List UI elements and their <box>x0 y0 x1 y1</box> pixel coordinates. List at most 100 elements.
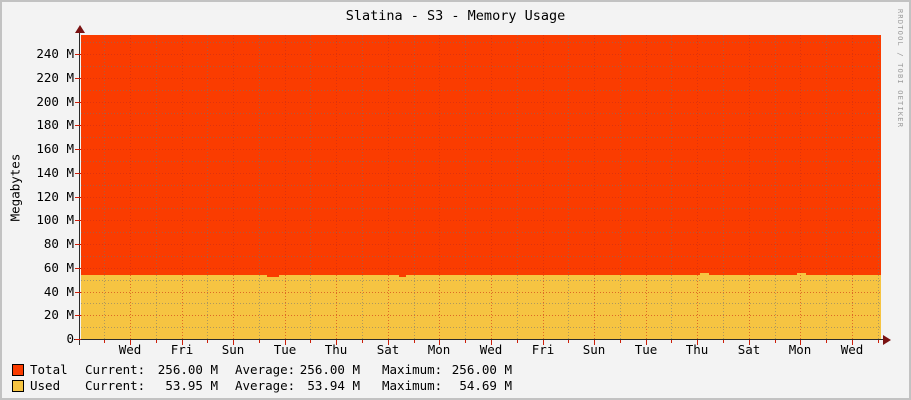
y-axis-tick <box>75 197 81 198</box>
legend-current-value: 53.95 M <box>165 378 218 393</box>
y-tick-label: 160 M <box>36 141 74 156</box>
legend-average-value: 53.94 M <box>307 378 360 393</box>
x-tick-label: Sun <box>221 342 245 357</box>
used-memory-area <box>81 275 881 339</box>
h-gridline <box>81 54 881 55</box>
h-gridline <box>81 291 881 293</box>
h-gridline <box>81 220 881 222</box>
plot-area <box>81 35 881 339</box>
x-axis-minor-tick <box>104 340 105 343</box>
h-gridline <box>81 160 881 162</box>
h-gridline <box>81 232 881 234</box>
x-axis-minor-tick <box>259 340 260 343</box>
x-tick-label: Wed <box>479 342 503 357</box>
h-gridline <box>81 208 881 210</box>
h-gridline <box>81 184 881 186</box>
y-axis-tick <box>75 149 81 150</box>
v-gridline-major <box>439 35 440 339</box>
h-gridline <box>81 77 881 79</box>
y-axis-tick <box>75 54 81 55</box>
y-tick-label: 200 M <box>36 93 74 109</box>
v-gridline-major <box>543 35 544 339</box>
graph-title: Slatina - S3 - Memory Usage <box>345 8 566 24</box>
h-gridline <box>81 279 881 281</box>
v-gridline-minor <box>156 35 157 339</box>
v-gridline-major <box>130 35 131 339</box>
h-gridline <box>81 303 881 305</box>
v-gridline-minor <box>517 35 518 339</box>
legend-current-value: 256.00 M <box>157 362 218 377</box>
x-axis-minor-tick <box>156 340 157 343</box>
x-axis-arrow-icon <box>883 335 891 345</box>
y-axis-tick <box>75 292 81 293</box>
v-gridline-major <box>852 35 853 339</box>
y-axis-tick <box>75 125 81 126</box>
y-tick-label: 20 M <box>43 307 74 323</box>
y-axis-arrow-icon <box>75 25 85 33</box>
v-gridline-major <box>800 35 801 339</box>
legend-average-label: Average: <box>235 362 296 377</box>
h-gridline <box>81 327 881 329</box>
used-dip <box>267 275 279 277</box>
legend-series-name: Total <box>30 362 68 377</box>
used-dip <box>399 275 406 277</box>
legend-current-label: Current: <box>85 362 146 377</box>
y-tick-label: 40 M <box>43 283 74 299</box>
x-axis-minor-tick <box>414 340 415 343</box>
v-gridline-minor <box>723 35 724 339</box>
h-gridline <box>81 101 881 103</box>
y-tick-label: 180 M <box>36 117 74 133</box>
legend-swatch-total-icon <box>12 364 24 376</box>
h-gridline <box>81 244 881 245</box>
h-gridline <box>81 196 881 198</box>
legend-average-label: Average: <box>235 378 296 393</box>
x-axis-minor-tick <box>517 340 518 343</box>
h-gridline <box>81 267 881 269</box>
x-axis-minor-tick <box>465 340 466 343</box>
y-tick-label: 120 M <box>36 188 74 204</box>
legend-average-value: 256.00 M <box>299 362 360 377</box>
v-gridline-major <box>491 35 492 339</box>
legend-maximum-label: Maximum: <box>382 362 443 377</box>
v-gridline-minor <box>207 35 208 339</box>
v-gridline-minor <box>826 35 827 339</box>
x-tick-label: Fri <box>531 342 555 357</box>
v-gridline-minor <box>568 35 569 339</box>
h-gridline <box>81 137 881 139</box>
x-tick-label: Wed <box>840 342 864 357</box>
x-tick-label: Fri <box>170 342 194 357</box>
y-axis-tick <box>75 339 81 340</box>
y-axis-tick <box>75 220 81 221</box>
x-axis-line <box>74 339 883 340</box>
h-gridline <box>81 65 881 67</box>
v-gridline-major <box>388 35 389 339</box>
x-tick-label: Thu <box>685 342 709 357</box>
h-gridline <box>81 125 881 127</box>
y-tick-label: 80 M <box>43 236 74 251</box>
v-gridline-minor <box>362 35 363 339</box>
v-gridline-minor <box>878 35 879 339</box>
x-axis-minor-tick <box>671 340 672 343</box>
x-axis-minor-tick <box>207 340 208 343</box>
y-axis-tick-labels: 240 M 220 M 200 M 180 M 160 M 140 M 120 M 100 M… <box>2 2 74 362</box>
v-gridline-minor <box>104 35 105 339</box>
y-tick-label: 100 M <box>36 212 74 228</box>
v-gridline-minor <box>620 35 621 339</box>
x-axis-minor-tick <box>568 340 569 343</box>
x-axis-minor-tick <box>775 340 776 343</box>
v-gridline-major <box>749 35 750 339</box>
legend-swatch-used-icon <box>12 380 24 392</box>
v-gridline-minor <box>414 35 415 339</box>
rrdtool-memory-graph: Slatina - S3 - Memory Usage RRDTOOL / TO… <box>0 0 911 400</box>
h-gridline <box>81 42 881 44</box>
x-tick-label: Thu <box>324 342 348 357</box>
used-spike <box>797 273 806 275</box>
v-gridline-major <box>285 35 286 339</box>
x-tick-label: Tue <box>634 342 658 357</box>
v-gridline-minor <box>259 35 260 339</box>
x-tick-label: Sat <box>737 342 761 357</box>
h-gridline <box>81 315 881 317</box>
x-axis-minor-tick <box>620 340 621 343</box>
v-gridline-major <box>233 35 234 339</box>
used-spike <box>700 273 709 275</box>
